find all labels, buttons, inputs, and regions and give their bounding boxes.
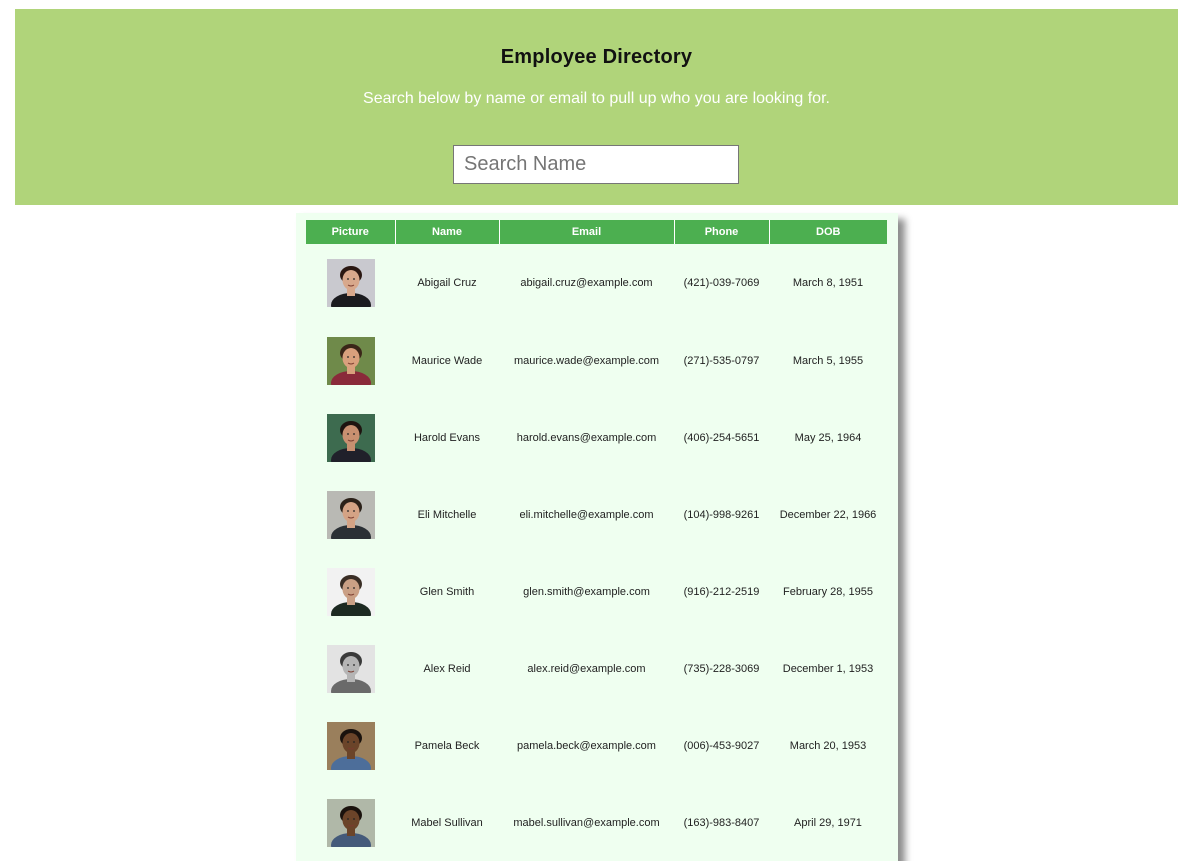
email-cell: harold.evans@example.com	[516, 431, 657, 444]
portrait-woman-icon	[326, 721, 375, 770]
table-row: Abigail Cruz abigail.cruz@example.com (421…	[306, 244, 887, 322]
dob-cell: April 29, 1971	[794, 816, 862, 829]
name-cell: Eli Mitchelle	[417, 508, 477, 521]
portrait-man-icon	[326, 413, 375, 462]
portrait-woman-icon	[326, 798, 375, 847]
table-row: Alex Reid alex.reid@example.com (735)-228-…	[306, 630, 887, 707]
employee-table-container: Picture Name Email Phone DOB Abigail Cru…	[296, 213, 898, 861]
portrait-man-icon	[326, 644, 375, 693]
picture-cell	[306, 244, 395, 322]
email-cell: pamela.beck@example.com	[517, 739, 656, 752]
phone-cell: (406)-254-5651	[683, 431, 760, 444]
email-cell: glen.smith@example.com	[523, 585, 650, 598]
picture-cell	[306, 322, 395, 399]
portrait-woman-icon	[326, 259, 375, 307]
table-row: Glen Smith glen.smith@example.com (916)-21…	[306, 553, 887, 630]
phone-cell: (735)-228-3069	[683, 662, 760, 675]
phone-cell: (163)-983-8407	[683, 816, 760, 829]
phone-cell: (006)-453-9027	[683, 739, 760, 752]
dob-cell: March 8, 1951	[792, 277, 864, 289]
phone-cell: (421)-039-7069	[683, 277, 760, 289]
dob-cell: February 28, 1955	[783, 585, 873, 598]
name-cell: Harold Evans	[413, 431, 481, 444]
dob-cell: December 22, 1966	[779, 508, 877, 521]
portrait-man-icon	[326, 567, 375, 616]
dob-cell: May 25, 1964	[794, 431, 862, 444]
table-row: Eli Mitchelle eli.mitchelle@example.com (1…	[306, 476, 887, 553]
email-cell: eli.mitchelle@example.com	[519, 508, 654, 521]
dob-cell: December 1, 1953	[782, 662, 874, 675]
picture-cell	[306, 399, 395, 476]
table-row: Maurice Wade maurice.wade@example.com (271…	[306, 322, 887, 399]
picture-cell	[306, 630, 395, 707]
picture-cell	[306, 784, 395, 861]
email-cell: mabel.sullivan@example.com	[513, 816, 660, 829]
picture-cell	[306, 707, 395, 784]
column-header-phone[interactable]: Phone	[674, 220, 770, 244]
column-header-email[interactable]: Email	[499, 220, 675, 244]
email-cell: maurice.wade@example.com	[513, 354, 660, 367]
employee-table: Picture Name Email Phone DOB Abigail Cru…	[306, 220, 887, 861]
page-title: Employee Directory	[500, 46, 693, 68]
picture-cell	[306, 476, 395, 553]
table-row: Mabel Sullivan mabel.sullivan@example.com…	[306, 784, 887, 861]
column-header-dob[interactable]: DOB	[769, 220, 887, 244]
column-header-picture[interactable]: Picture	[306, 220, 396, 244]
table-row: Pamela Beck pamela.beck@example.com (006)-…	[306, 707, 887, 784]
email-cell: abigail.cruz@example.com	[520, 277, 653, 289]
portrait-man-icon	[326, 490, 375, 539]
page-subtitle: Search below by name or email to pull up…	[363, 90, 830, 107]
name-cell: Abigail Cruz	[417, 277, 477, 289]
name-cell: Mabel Sullivan	[411, 816, 483, 829]
header-banner: Employee Directory Search below by name …	[15, 9, 1178, 205]
column-header-name[interactable]: Name	[395, 220, 500, 244]
dob-cell: March 20, 1953	[789, 739, 867, 752]
search-input[interactable]	[453, 145, 739, 184]
portrait-man-icon	[326, 336, 375, 385]
page: Employee Directory Search below by name …	[0, 0, 1195, 861]
name-cell: Pamela Beck	[414, 739, 480, 752]
phone-cell: (271)-535-0797	[683, 354, 760, 367]
table-row: Harold Evans harold.evans@example.com (406…	[306, 399, 887, 476]
email-cell: alex.reid@example.com	[527, 662, 646, 675]
name-cell: Glen Smith	[419, 585, 475, 598]
table-header-row: Picture Name Email Phone DOB	[306, 220, 887, 244]
dob-cell: March 5, 1955	[792, 354, 864, 367]
name-cell: Maurice Wade	[411, 354, 483, 367]
phone-cell: (104)-998-9261	[683, 508, 760, 521]
picture-cell	[306, 553, 395, 630]
name-cell: Alex Reid	[423, 662, 471, 675]
phone-cell: (916)-212-2519	[683, 585, 760, 598]
